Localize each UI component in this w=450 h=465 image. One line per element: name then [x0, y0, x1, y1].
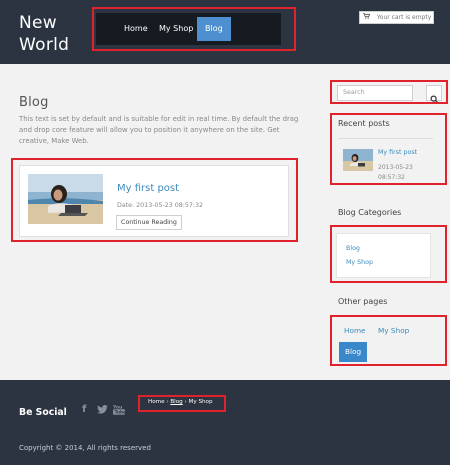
search-icon [430, 89, 439, 108]
site-header: New World Home My Shop Blog Your cart is… [0, 0, 450, 64]
recent-post-date: 2013-05-23 08:57:32 [378, 163, 413, 183]
other-pages-heading: Other pages [338, 297, 388, 306]
nav-item-my-shop[interactable]: My Shop [151, 17, 201, 41]
continue-reading-button[interactable]: Continue Reading [116, 215, 182, 230]
search-input[interactable]: Search [337, 85, 413, 101]
breadcrumb-separator: › [166, 399, 169, 405]
recent-posts-heading: Recent posts [338, 119, 390, 128]
woman-with-laptop-photo[interactable] [28, 174, 103, 224]
cart-widget[interactable]: Your cart is empty [359, 11, 434, 24]
site-logo-text[interactable]: New World [19, 12, 69, 56]
cart-icon [363, 12, 371, 19]
recent-post-date-day: 2013-05-23 [378, 164, 413, 171]
category-link-my-shop[interactable]: My Shop [346, 259, 373, 266]
facebook-icon[interactable]: f [82, 404, 86, 415]
breadcrumb: Home › Blog › My Shop [148, 399, 213, 405]
twitter-icon[interactable] [97, 404, 108, 417]
recent-post-date-time: 08:57:32 [378, 174, 405, 181]
brand-line-1: New [19, 13, 57, 33]
breadcrumb-blog[interactable]: Blog [170, 399, 182, 405]
recent-post-thumbnail[interactable] [343, 149, 373, 171]
post-card: My first post Date: 2013-05-23 08:57:32 … [19, 165, 289, 237]
recent-post-link[interactable]: My first post [378, 149, 417, 156]
breadcrumb-home[interactable]: Home [148, 399, 165, 405]
site-footer: Be Social f You Tube Home › Blog › My Sho… [0, 380, 450, 465]
divider [338, 138, 433, 139]
breadcrumb-separator: › [184, 399, 187, 405]
blog-categories-heading: Blog Categories [338, 208, 402, 217]
search-button[interactable] [426, 85, 442, 104]
svg-text:Tube: Tube [115, 410, 125, 415]
social-label: Be Social [19, 407, 67, 418]
page-link-blog[interactable]: Blog [339, 342, 368, 362]
page-link-my-shop[interactable]: My Shop [372, 321, 415, 341]
main-nav: Home My Shop Blog [96, 13, 281, 45]
intro-text: This text is set by default and is suita… [19, 115, 299, 145]
cart-status-text: Your cart is empty [376, 14, 432, 21]
copyright-text: Copyright © 2014, All rights reserved [19, 444, 151, 452]
page-link-home[interactable]: Home [338, 321, 372, 341]
page-title: Blog [19, 95, 49, 110]
categories-list: Blog My Shop [336, 233, 431, 278]
breadcrumb-current: My Shop [188, 399, 213, 405]
category-link-blog[interactable]: Blog [346, 245, 360, 252]
youtube-icon[interactable]: You Tube [112, 404, 126, 418]
nav-item-blog[interactable]: Blog [197, 17, 231, 41]
post-date: Date: 2013-05-23 08:57:32 [117, 202, 204, 209]
brand-line-2: World [19, 35, 70, 55]
nav-item-home[interactable]: Home [116, 17, 156, 41]
post-title-link[interactable]: My first post [117, 183, 179, 194]
other-pages-nav: Home My Shop Blog [336, 318, 441, 365]
